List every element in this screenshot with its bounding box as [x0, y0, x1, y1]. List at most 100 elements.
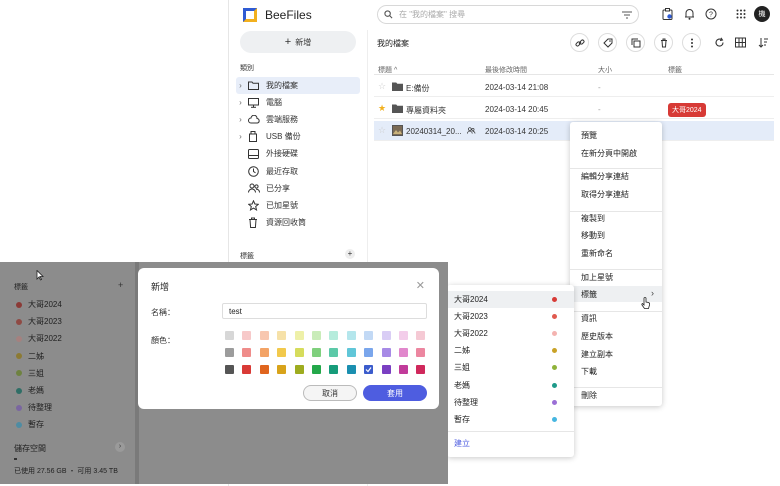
star-toggle-icon[interactable]: ☆ — [378, 81, 386, 92]
color-swatch[interactable] — [294, 331, 304, 340]
color-swatch[interactable] — [381, 348, 391, 357]
color-swatch[interactable] — [259, 365, 269, 374]
color-swatch[interactable] — [364, 331, 374, 340]
color-swatch[interactable] — [346, 331, 356, 340]
color-swatch[interactable] — [416, 348, 426, 357]
menu-item-3[interactable]: 取得分享連結 — [570, 186, 662, 202]
menu-item-5[interactable]: 移動到 — [570, 227, 662, 243]
color-swatch[interactable] — [242, 348, 252, 357]
color-swatch[interactable] — [329, 365, 339, 374]
clipboard-task-icon[interactable] — [660, 7, 674, 21]
user-avatar[interactable]: 機 — [754, 6, 770, 22]
tag-badge[interactable]: 大哥2024 — [668, 103, 706, 117]
sidebar-item-7[interactable]: 已加星號 — [236, 197, 360, 214]
color-swatch[interactable] — [399, 331, 408, 340]
sidebar-item-1[interactable]: › 電腦 — [236, 94, 360, 111]
grid-view-icon[interactable] — [732, 34, 748, 50]
sidebar-item-2[interactable]: › 雲端服務 — [236, 111, 360, 128]
filter-icon[interactable] — [622, 11, 632, 19]
sidebar-item-5[interactable]: 最近存取 — [236, 163, 360, 180]
new-button[interactable]: + 新增 — [240, 31, 356, 53]
color-swatch[interactable] — [329, 348, 339, 357]
menu-item-11[interactable]: 建立副本 — [570, 346, 662, 362]
color-swatch[interactable] — [381, 331, 391, 340]
color-swatch[interactable] — [381, 365, 391, 374]
color-swatch[interactable] — [277, 348, 287, 357]
refresh-icon[interactable] — [711, 34, 727, 50]
sidebar-item-4[interactable]: 外接硬碟 — [236, 145, 360, 162]
storage-chevron-icon[interactable]: › — [115, 442, 125, 452]
color-swatch[interactable] — [312, 348, 321, 357]
menu-item-10[interactable]: 歷史版本 — [570, 328, 662, 344]
color-swatch[interactable] — [225, 331, 234, 340]
tag-option[interactable]: 二姊 — [447, 342, 574, 359]
star-toggle-icon[interactable]: ☆ — [378, 125, 386, 136]
tag-icon[interactable] — [598, 33, 617, 52]
menu-item-7[interactable]: 加上星號 — [570, 269, 662, 285]
menu-item-6[interactable]: 重新命名 — [570, 245, 662, 261]
color-swatch-selected[interactable] — [364, 365, 374, 374]
color-swatch[interactable] — [416, 331, 426, 340]
color-swatch[interactable] — [329, 331, 339, 340]
apps-grid-icon[interactable] — [734, 7, 748, 21]
sort-icon[interactable] — [755, 34, 771, 50]
sidebar-item-6[interactable]: 已分享 — [236, 180, 360, 197]
menu-item-0[interactable]: 預覽 — [570, 127, 662, 143]
color-swatch[interactable] — [277, 365, 287, 374]
tag-option[interactable]: 待整理 — [447, 394, 574, 411]
sidebar-item-8[interactable]: 資源回收筒 — [236, 214, 360, 231]
dimmed-tag-item[interactable]: 大哥2022 — [16, 333, 62, 344]
color-swatch[interactable] — [242, 331, 252, 340]
tag-option[interactable]: 大哥2023 — [447, 308, 574, 325]
color-swatch[interactable] — [312, 331, 321, 340]
color-swatch[interactable] — [312, 365, 321, 374]
chevron-right-icon[interactable]: › — [236, 81, 245, 90]
cancel-button[interactable]: 取消 — [303, 385, 357, 401]
sidebar-item-0[interactable]: › 我的檔案 — [236, 77, 360, 94]
delete-icon[interactable] — [654, 33, 673, 52]
tag-option[interactable]: 三姐 — [447, 359, 574, 376]
tag-option[interactable]: 大哥2024 — [447, 291, 574, 308]
dimmed-tag-item[interactable]: 大哥2024 — [16, 299, 62, 310]
apply-button[interactable]: 套用 — [363, 385, 427, 401]
chevron-right-icon[interactable]: › — [236, 115, 245, 124]
color-swatch[interactable] — [277, 331, 287, 340]
help-icon[interactable]: ? — [704, 7, 718, 21]
color-swatch[interactable] — [346, 365, 356, 374]
tag-name-input[interactable] — [222, 303, 427, 319]
menu-item-13[interactable]: 刪除 — [570, 387, 662, 403]
sidebar-item-3[interactable]: › USB 備份 — [236, 128, 360, 145]
table-row[interactable]: ☆ E:備份 2024-03-14 21:08 - — [374, 77, 774, 97]
table-row[interactable]: ★ 專屬資料夾 2024-03-14 20:45 - 大哥2024 — [374, 99, 774, 119]
menu-item-1[interactable]: 在新分頁中開啟 — [570, 145, 662, 161]
app-logo[interactable]: BeeFiles — [243, 8, 312, 22]
color-swatch[interactable] — [294, 348, 304, 357]
tag-option[interactable]: 暫存 — [447, 411, 574, 428]
link-icon[interactable] — [570, 33, 589, 52]
color-swatch[interactable] — [294, 365, 304, 374]
create-tag-button[interactable]: 建立 — [447, 435, 574, 452]
star-toggle-icon[interactable]: ★ — [378, 103, 386, 114]
chevron-right-icon[interactable]: › — [236, 132, 245, 141]
dimmed-tag-item[interactable]: 二姊 — [16, 351, 44, 362]
chevron-right-icon[interactable]: › — [236, 98, 245, 107]
color-swatch[interactable] — [225, 365, 234, 374]
color-swatch[interactable] — [399, 365, 408, 374]
close-icon[interactable]: ✕ — [416, 279, 425, 292]
dimmed-tag-item[interactable]: 大哥2023 — [16, 316, 62, 327]
dimmed-tag-item[interactable]: 待整理 — [16, 402, 52, 413]
color-swatch[interactable] — [259, 348, 269, 357]
search-bar[interactable]: 在 "我的檔案" 搜尋 — [377, 5, 639, 24]
more-options-icon[interactable] — [682, 33, 701, 52]
tag-option[interactable]: 大哥2022 — [447, 325, 574, 342]
color-swatch[interactable] — [346, 348, 356, 357]
color-swatch[interactable] — [242, 365, 252, 374]
menu-item-2[interactable]: 編輯分享連結 — [570, 168, 662, 184]
menu-item-4[interactable]: 複製到 — [570, 210, 662, 226]
dimmed-tag-item[interactable]: 三姐 — [16, 368, 44, 379]
copy-icon[interactable] — [626, 33, 645, 52]
search-input[interactable]: 在 "我的檔案" 搜尋 — [399, 9, 616, 20]
dimmed-tag-item[interactable]: 暫存 — [16, 419, 44, 430]
menu-item-12[interactable]: 下載 — [570, 363, 662, 379]
color-swatch[interactable] — [364, 348, 374, 357]
